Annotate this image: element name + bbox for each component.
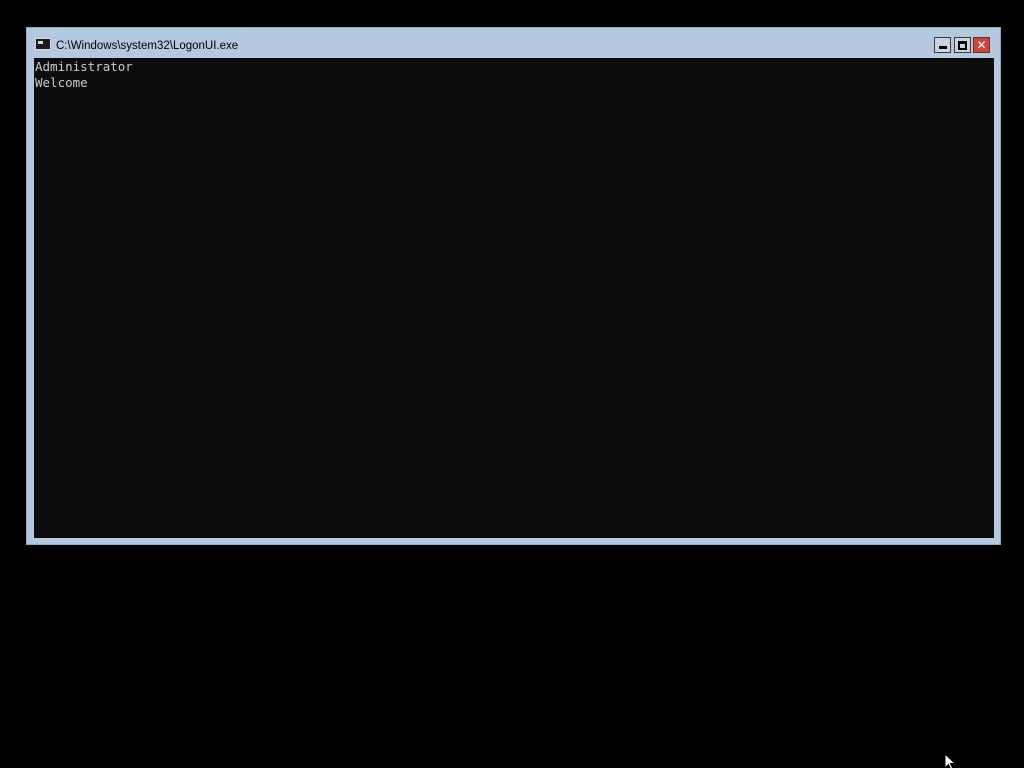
desktop: C:\Windows\system32\LogonUI.exe ✕ Admini…: [0, 0, 1024, 768]
maximize-button[interactable]: [954, 37, 971, 53]
close-icon: ✕: [976, 38, 987, 52]
console-output[interactable]: Administrator Welcome: [34, 58, 994, 538]
console-line-username: Administrator: [35, 59, 133, 74]
minimize-icon: [938, 45, 947, 49]
mouse-pointer-icon: [944, 753, 956, 768]
console-line-status: Welcome: [35, 75, 88, 90]
console-window[interactable]: C:\Windows\system32\LogonUI.exe ✕ Admini…: [26, 27, 1001, 545]
maximize-icon: [958, 40, 967, 50]
close-button[interactable]: ✕: [973, 37, 990, 53]
window-title: C:\Windows\system32\LogonUI.exe: [56, 40, 239, 52]
minimize-button[interactable]: [934, 37, 951, 53]
console-icon[interactable]: [35, 38, 51, 50]
title-bar[interactable]: C:\Windows\system32\LogonUI.exe ✕: [27, 28, 1000, 58]
